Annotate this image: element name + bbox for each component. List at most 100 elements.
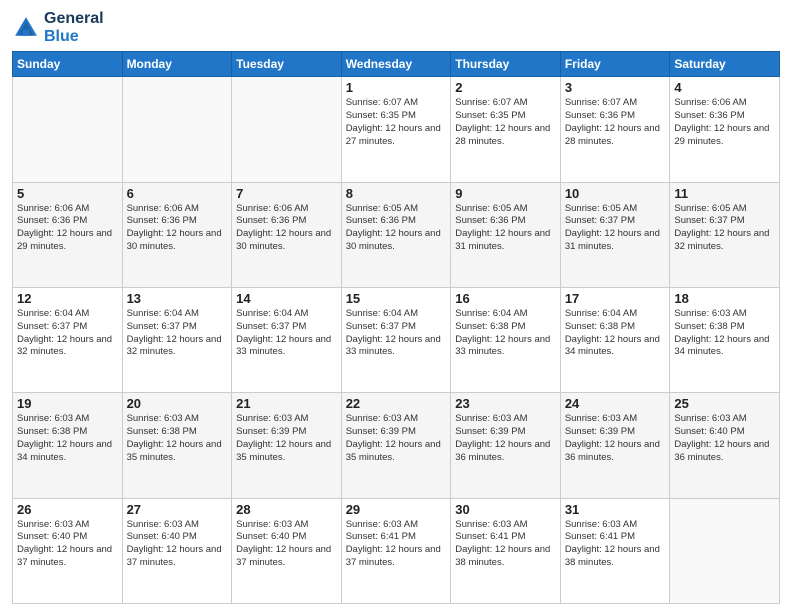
day-number: 2 <box>455 80 556 95</box>
day-of-week-header: Thursday <box>451 52 561 77</box>
header: General Blue <box>12 10 780 45</box>
calendar-cell: 11 Sunrise: 6:05 AM Sunset: 6:37 PM Dayli… <box>670 182 780 287</box>
calendar-cell <box>670 498 780 603</box>
calendar-table: SundayMondayTuesdayWednesdayThursdayFrid… <box>12 51 780 604</box>
cell-info: Sunrise: 6:07 AM Sunset: 6:35 PM Dayligh… <box>346 97 447 148</box>
day-number: 1 <box>346 80 447 95</box>
day-number: 28 <box>236 502 337 517</box>
calendar-cell: 31Sunrise: 6:03 AM Sunset: 6:41 PM Dayli… <box>560 498 670 603</box>
calendar-cell: 21 Sunrise: 6:03 AM Sunset: 6:39 PM Dayli… <box>232 393 342 498</box>
cell-info: Sunrise: 6:06 AM Sunset: 6:36 PM Dayligh… <box>127 203 228 254</box>
cell-info: Sunrise: 6:06 AM Sunset: 6:36 PM Dayligh… <box>17 203 118 254</box>
day-number: 14 <box>236 291 337 306</box>
cell-info: Sunrise: 6:03 AM Sunset: 6:41 PM Dayligh… <box>455 519 556 570</box>
day-number: 20 <box>127 396 228 411</box>
cell-info: Sunrise: 6:04 AM Sunset: 6:38 PM Dayligh… <box>565 308 666 359</box>
calendar-cell: 12 Sunrise: 6:04 AM Sunset: 6:37 PM Dayli… <box>13 287 123 392</box>
calendar-body: 1 Sunrise: 6:07 AM Sunset: 6:35 PM Daylig… <box>13 77 780 604</box>
cell-info: Sunrise: 6:05 AM Sunset: 6:37 PM Dayligh… <box>674 203 775 254</box>
calendar-week-row: 12 Sunrise: 6:04 AM Sunset: 6:37 PM Dayli… <box>13 287 780 392</box>
day-number: 11 <box>674 186 775 201</box>
cell-info: Sunrise: 6:05 AM Sunset: 6:36 PM Dayligh… <box>346 203 447 254</box>
day-number: 23 <box>455 396 556 411</box>
calendar-cell: 17 Sunrise: 6:04 AM Sunset: 6:38 PM Dayli… <box>560 287 670 392</box>
page: General Blue SundayMondayTuesdayWednesda… <box>0 0 792 612</box>
day-header-row: SundayMondayTuesdayWednesdayThursdayFrid… <box>13 52 780 77</box>
calendar-week-row: 1 Sunrise: 6:07 AM Sunset: 6:35 PM Daylig… <box>13 77 780 182</box>
day-of-week-header: Monday <box>122 52 232 77</box>
calendar-cell: 28 Sunrise: 6:03 AM Sunset: 6:40 PM Dayli… <box>232 498 342 603</box>
day-of-week-header: Tuesday <box>232 52 342 77</box>
calendar-cell: 7 Sunrise: 6:06 AM Sunset: 6:36 PM Daylig… <box>232 182 342 287</box>
calendar-cell: 29 Sunrise: 6:03 AM Sunset: 6:41 PM Dayli… <box>341 498 451 603</box>
day-number: 31 <box>565 502 666 517</box>
cell-info: Sunrise: 6:03 AM Sunset: 6:39 PM Dayligh… <box>346 413 447 464</box>
calendar-cell: 2Sunrise: 6:07 AM Sunset: 6:35 PM Daylig… <box>451 77 561 182</box>
cell-info: Sunrise: 6:07 AM Sunset: 6:36 PM Dayligh… <box>565 97 666 148</box>
calendar-cell: 16 Sunrise: 6:04 AM Sunset: 6:38 PM Dayli… <box>451 287 561 392</box>
calendar-cell: 26Sunrise: 6:03 AM Sunset: 6:40 PM Dayli… <box>13 498 123 603</box>
day-of-week-header: Saturday <box>670 52 780 77</box>
cell-info: Sunrise: 6:04 AM Sunset: 6:37 PM Dayligh… <box>236 308 337 359</box>
calendar-cell: 13 Sunrise: 6:04 AM Sunset: 6:37 PM Dayli… <box>122 287 232 392</box>
calendar-cell: 18 Sunrise: 6:03 AM Sunset: 6:38 PM Dayli… <box>670 287 780 392</box>
day-number: 30 <box>455 502 556 517</box>
cell-info: Sunrise: 6:04 AM Sunset: 6:37 PM Dayligh… <box>127 308 228 359</box>
cell-info: Sunrise: 6:04 AM Sunset: 6:38 PM Dayligh… <box>455 308 556 359</box>
logo-area: General Blue <box>12 10 104 45</box>
day-number: 21 <box>236 396 337 411</box>
cell-info: Sunrise: 6:05 AM Sunset: 6:37 PM Dayligh… <box>565 203 666 254</box>
calendar-cell: 14 Sunrise: 6:04 AM Sunset: 6:37 PM Dayli… <box>232 287 342 392</box>
cell-info: Sunrise: 6:03 AM Sunset: 6:41 PM Dayligh… <box>346 519 447 570</box>
cell-info: Sunrise: 6:03 AM Sunset: 6:39 PM Dayligh… <box>565 413 666 464</box>
day-number: 7 <box>236 186 337 201</box>
calendar-cell <box>13 77 123 182</box>
cell-info: Sunrise: 6:06 AM Sunset: 6:36 PM Dayligh… <box>236 203 337 254</box>
cell-info: Sunrise: 6:04 AM Sunset: 6:37 PM Dayligh… <box>17 308 118 359</box>
day-number: 17 <box>565 291 666 306</box>
calendar-cell: 27Sunrise: 6:03 AM Sunset: 6:40 PM Dayli… <box>122 498 232 603</box>
day-number: 22 <box>346 396 447 411</box>
calendar-cell <box>232 77 342 182</box>
cell-info: Sunrise: 6:03 AM Sunset: 6:38 PM Dayligh… <box>674 308 775 359</box>
cell-info: Sunrise: 6:04 AM Sunset: 6:37 PM Dayligh… <box>346 308 447 359</box>
day-of-week-header: Wednesday <box>341 52 451 77</box>
day-number: 29 <box>346 502 447 517</box>
calendar-cell: 1 Sunrise: 6:07 AM Sunset: 6:35 PM Daylig… <box>341 77 451 182</box>
day-number: 26 <box>17 502 118 517</box>
cell-info: Sunrise: 6:03 AM Sunset: 6:39 PM Dayligh… <box>236 413 337 464</box>
calendar-cell: 4Sunrise: 6:06 AM Sunset: 6:36 PM Daylig… <box>670 77 780 182</box>
calendar-cell: 8Sunrise: 6:05 AM Sunset: 6:36 PM Daylig… <box>341 182 451 287</box>
day-number: 19 <box>17 396 118 411</box>
cell-info: Sunrise: 6:06 AM Sunset: 6:36 PM Dayligh… <box>674 97 775 148</box>
day-number: 6 <box>127 186 228 201</box>
calendar-cell: 22 Sunrise: 6:03 AM Sunset: 6:39 PM Dayli… <box>341 393 451 498</box>
calendar-week-row: 5Sunrise: 6:06 AM Sunset: 6:36 PM Daylig… <box>13 182 780 287</box>
cell-info: Sunrise: 6:03 AM Sunset: 6:40 PM Dayligh… <box>236 519 337 570</box>
cell-info: Sunrise: 6:03 AM Sunset: 6:40 PM Dayligh… <box>127 519 228 570</box>
calendar-cell: 6 Sunrise: 6:06 AM Sunset: 6:36 PM Daylig… <box>122 182 232 287</box>
day-number: 15 <box>346 291 447 306</box>
calendar-header: SundayMondayTuesdayWednesdayThursdayFrid… <box>13 52 780 77</box>
day-number: 12 <box>17 291 118 306</box>
logo-icon <box>12 14 40 42</box>
calendar-cell: 3Sunrise: 6:07 AM Sunset: 6:36 PM Daylig… <box>560 77 670 182</box>
day-of-week-header: Friday <box>560 52 670 77</box>
day-number: 10 <box>565 186 666 201</box>
calendar-cell: 9Sunrise: 6:05 AM Sunset: 6:36 PM Daylig… <box>451 182 561 287</box>
logo-text: General Blue <box>44 10 104 45</box>
calendar-cell: 30 Sunrise: 6:03 AM Sunset: 6:41 PM Dayli… <box>451 498 561 603</box>
day-number: 16 <box>455 291 556 306</box>
day-number: 13 <box>127 291 228 306</box>
day-number: 9 <box>455 186 556 201</box>
day-number: 18 <box>674 291 775 306</box>
day-number: 25 <box>674 396 775 411</box>
day-number: 24 <box>565 396 666 411</box>
calendar-cell: 5Sunrise: 6:06 AM Sunset: 6:36 PM Daylig… <box>13 182 123 287</box>
cell-info: Sunrise: 6:03 AM Sunset: 6:38 PM Dayligh… <box>127 413 228 464</box>
cell-info: Sunrise: 6:03 AM Sunset: 6:38 PM Dayligh… <box>17 413 118 464</box>
calendar-cell <box>122 77 232 182</box>
calendar-cell: 15 Sunrise: 6:04 AM Sunset: 6:37 PM Dayli… <box>341 287 451 392</box>
calendar-week-row: 19 Sunrise: 6:03 AM Sunset: 6:38 PM Dayli… <box>13 393 780 498</box>
calendar-cell: 10 Sunrise: 6:05 AM Sunset: 6:37 PM Dayli… <box>560 182 670 287</box>
